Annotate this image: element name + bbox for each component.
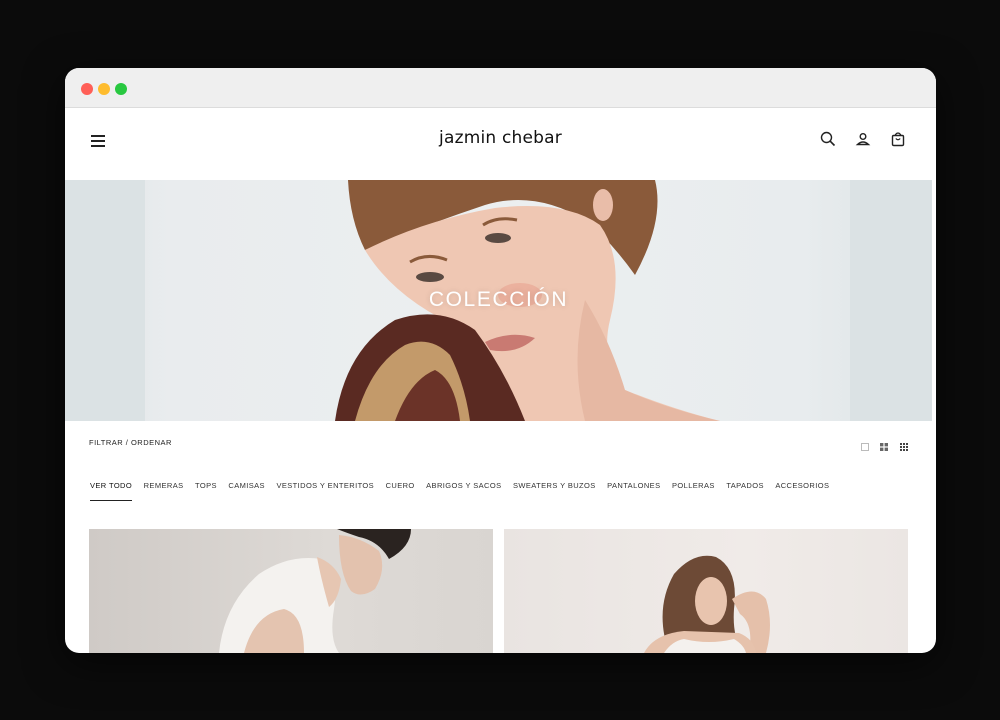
category-ver-todo[interactable]: VER TODO bbox=[90, 481, 133, 501]
category-abrigos-y-sacos[interactable]: ABRIGOS Y SACOS bbox=[426, 481, 501, 501]
category-cuero[interactable]: CUERO bbox=[386, 481, 415, 501]
grid-2-icon[interactable] bbox=[880, 438, 888, 451]
category-nav: VER TODO REMERAS TOPS CAMISAS VESTIDOS Y… bbox=[90, 481, 841, 501]
browser-chrome bbox=[65, 68, 936, 108]
category-camisas[interactable]: CAMISAS bbox=[228, 481, 265, 501]
hero-title: COLECCIÓN bbox=[428, 288, 569, 311]
category-pantalones[interactable]: PANTALONES bbox=[607, 481, 660, 501]
category-vestidos-y-enteritos[interactable]: VESTIDOS Y ENTERITOS bbox=[276, 481, 374, 501]
brand-logo[interactable]: jazmin chebar bbox=[65, 128, 936, 148]
search-icon[interactable] bbox=[819, 130, 837, 148]
category-tapados[interactable]: TAPADOS bbox=[726, 481, 764, 501]
maximize-window-button[interactable] bbox=[115, 83, 127, 95]
filter-sort-button[interactable]: FILTRAR / ORDENAR bbox=[89, 438, 172, 447]
user-icon[interactable] bbox=[854, 130, 872, 148]
bag-icon[interactable] bbox=[889, 130, 907, 148]
hero-banner[interactable]: COLECCIÓN bbox=[65, 180, 932, 421]
collection-toolbar: FILTRAR / ORDENAR bbox=[65, 421, 936, 461]
category-tops[interactable]: TOPS bbox=[195, 481, 217, 501]
grid-1-icon[interactable] bbox=[861, 438, 869, 451]
product-card[interactable] bbox=[89, 529, 493, 653]
site-header: jazmin chebar bbox=[65, 108, 936, 180]
grid-3-icon[interactable] bbox=[900, 438, 908, 451]
category-accesorios[interactable]: ACCESORIOS bbox=[775, 481, 829, 501]
browser-window: jazmin chebar COLECCIÓN FILTRAR / ORDENA… bbox=[65, 68, 936, 653]
product-card[interactable] bbox=[504, 529, 908, 653]
category-polleras[interactable]: POLLERAS bbox=[672, 481, 715, 501]
product-image bbox=[644, 555, 770, 653]
category-remeras[interactable]: REMERAS bbox=[144, 481, 184, 501]
minimize-window-button[interactable] bbox=[98, 83, 110, 95]
product-image bbox=[219, 529, 411, 653]
category-sweaters-y-buzos[interactable]: SWEATERS Y BUZOS bbox=[513, 481, 596, 501]
close-window-button[interactable] bbox=[81, 83, 93, 95]
